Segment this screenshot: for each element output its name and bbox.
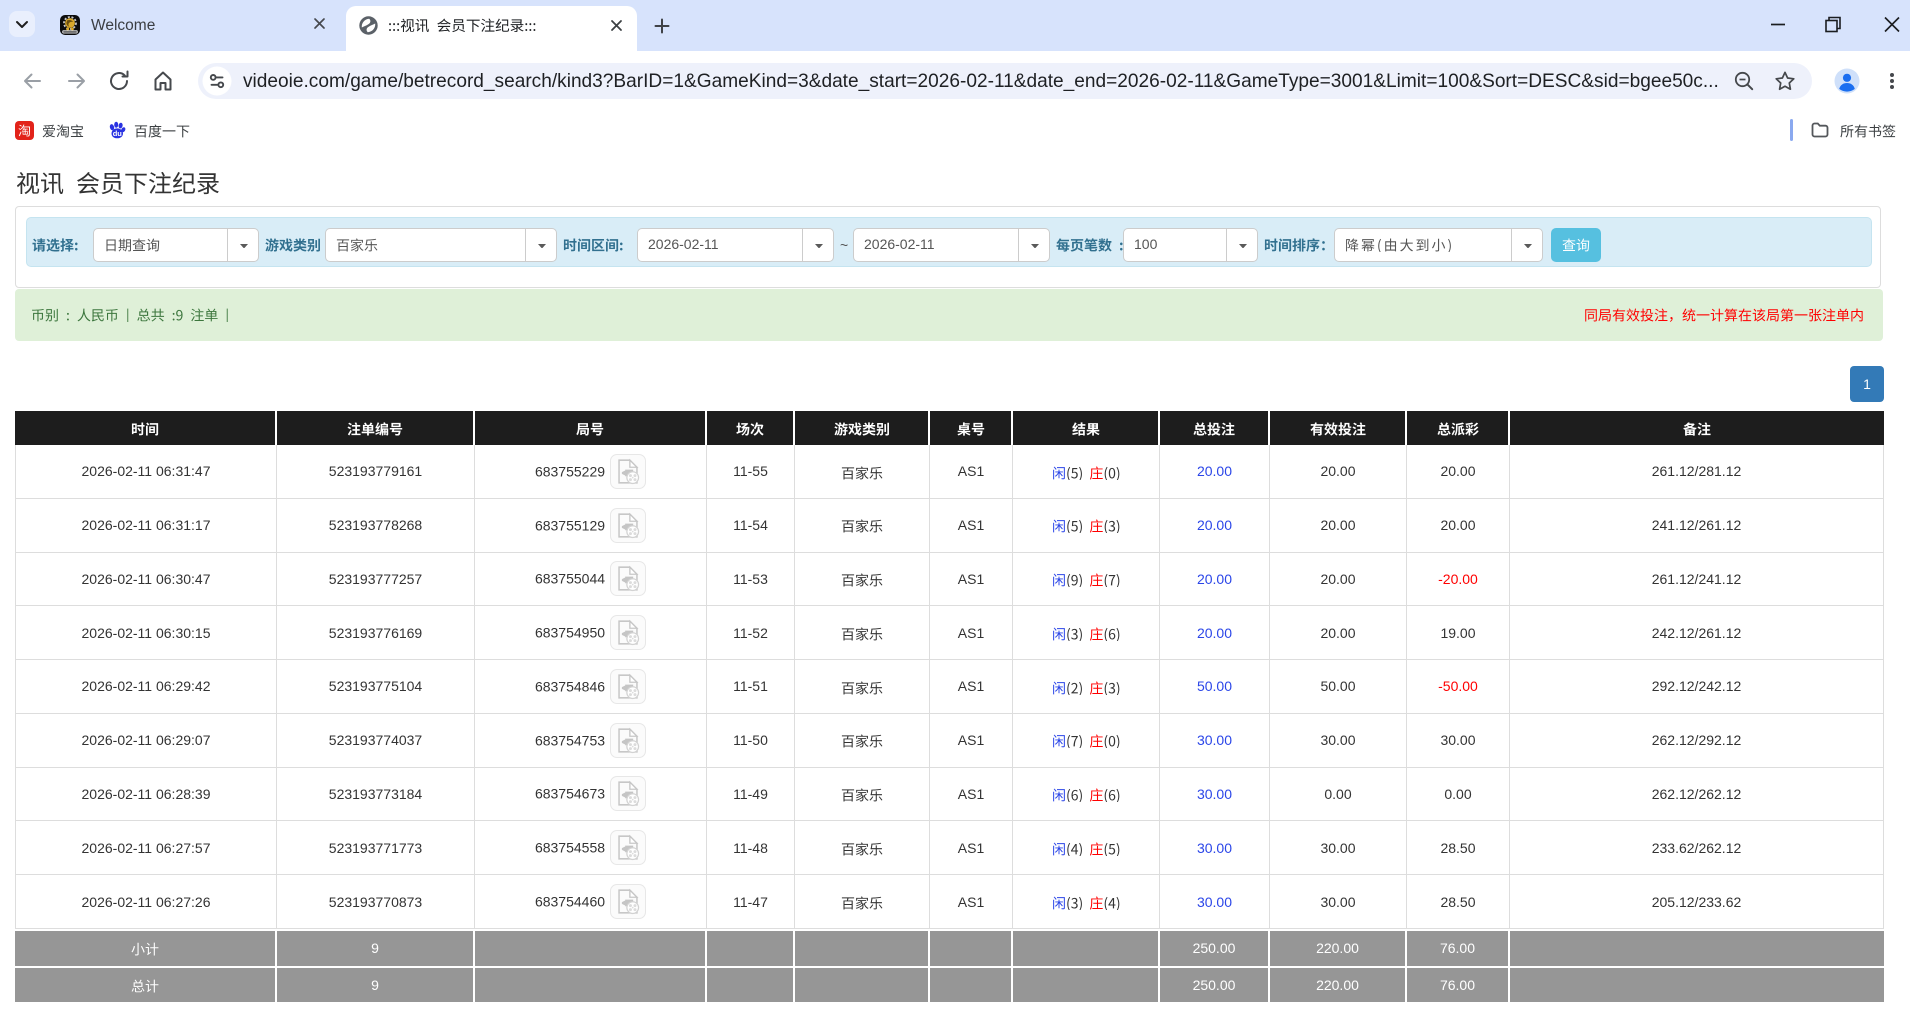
svg-text:du: du (113, 129, 123, 138)
